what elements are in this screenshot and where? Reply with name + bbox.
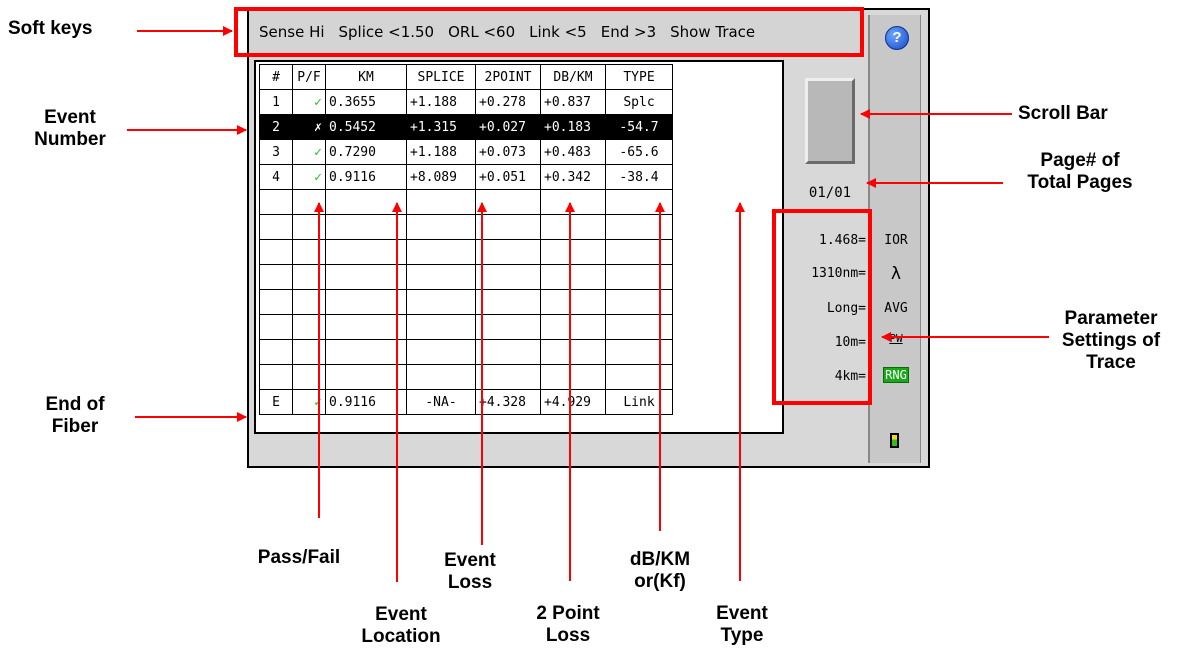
- label-event-type: Event Type: [716, 603, 768, 646]
- label-event-loss: Event Loss: [444, 550, 496, 593]
- label-scroll-bar: Scroll Bar: [1018, 103, 1108, 124]
- label-db-km: dB/KM or(Kf): [629, 549, 691, 592]
- label-event-location: Event Location: [361, 604, 441, 647]
- annotation-arrows: [127, 26, 1049, 582]
- label-end-of-fiber: End of Fiber: [45, 394, 105, 437]
- label-pass-fail: Pass/Fail: [257, 547, 341, 568]
- label-soft-keys: Soft keys: [8, 18, 93, 39]
- label-event-number: Event Number: [34, 107, 106, 150]
- label-2point-loss: 2 Point Loss: [536, 603, 600, 646]
- label-page-total: Page# of Total Pages: [1027, 150, 1133, 193]
- label-parameter-settings: Parameter Settings of Trace: [1061, 308, 1161, 373]
